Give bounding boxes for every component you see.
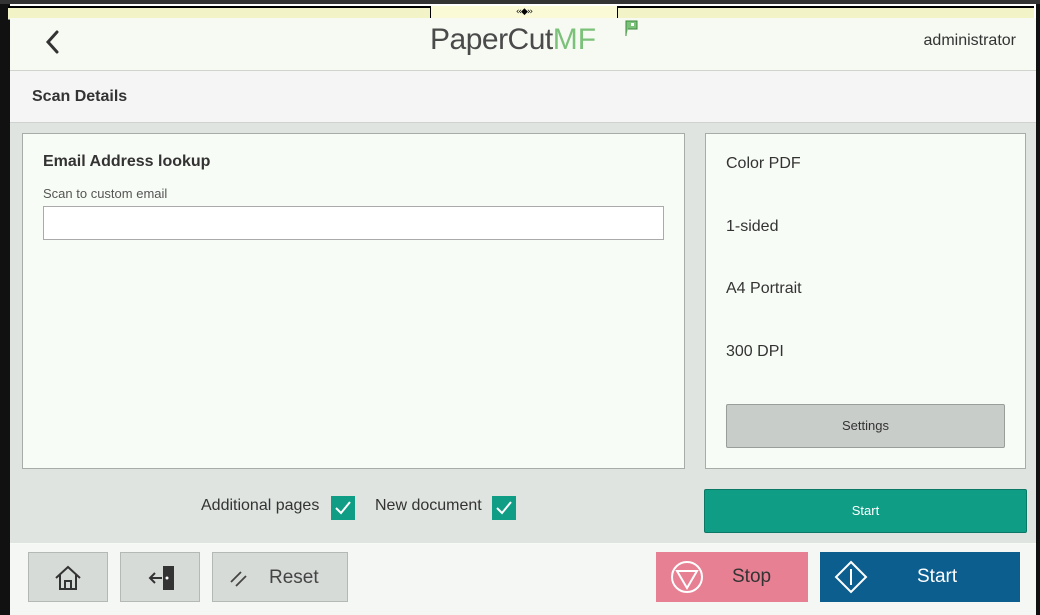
page-header: Scan Details (10, 71, 1036, 123)
color-mode-value: Color PDF (726, 155, 801, 172)
custom-email-input[interactable] (43, 206, 664, 240)
frame-right-edge (1036, 4, 1040, 615)
additional-pages-label: Additional pages (201, 497, 320, 514)
logo-flag-icon (625, 20, 638, 36)
resolution-value: 300 DPI (726, 343, 784, 360)
screen: PaperCutMF administrator Scan Details Em… (10, 18, 1036, 615)
start-button[interactable]: Start (820, 552, 1020, 602)
new-document-checkbox[interactable] (492, 496, 516, 520)
new-document-label: New document (375, 497, 482, 514)
logo-paper-text: PaperCut (430, 23, 553, 56)
home-button[interactable] (28, 552, 108, 602)
main-content: Email Address lookup Scan to custom emai… (10, 123, 1036, 543)
reset-label: Reset (269, 567, 319, 588)
logout-button[interactable] (120, 552, 200, 602)
back-button[interactable] (38, 26, 68, 58)
app-header: PaperCutMF administrator (10, 18, 1036, 71)
check-icon (335, 501, 351, 515)
frame-left-edge (0, 4, 10, 615)
reset-slash-icon (230, 571, 247, 587)
footer-bar: Reset Stop Start (10, 544, 1036, 615)
stop-label: Stop (732, 566, 772, 587)
logout-icon (148, 566, 174, 590)
paper-size-value: A4 Portrait (726, 280, 802, 297)
start-label: Start (917, 566, 958, 587)
settings-button[interactable]: Settings (726, 404, 1005, 448)
custom-email-label: Scan to custom email (43, 186, 168, 201)
start-diamond-icon (834, 560, 868, 594)
stop-button[interactable]: Stop (656, 552, 808, 602)
chevron-left-icon (45, 30, 59, 54)
reset-button[interactable]: Reset (212, 552, 348, 602)
device-frame: ‹‹◆›› PaperCutMF administrator Scan Deta… (0, 0, 1040, 615)
page-title: Scan Details (32, 88, 128, 105)
check-icon (496, 501, 512, 515)
home-icon (55, 565, 81, 590)
email-lookup-panel: Email Address lookup Scan to custom emai… (22, 133, 685, 469)
current-user: administrator (923, 32, 1016, 49)
scan-settings-panel: Color PDF 1-sided A4 Portrait 300 DPI Se… (705, 133, 1026, 469)
sides-value: 1-sided (726, 218, 779, 235)
start-scan-button[interactable]: Start (704, 489, 1027, 533)
email-lookup-title: Email Address lookup (43, 153, 211, 170)
papercut-logo: PaperCutMF (430, 20, 650, 67)
stop-icon (671, 561, 703, 593)
logo-mf-text: MF (552, 23, 597, 56)
additional-pages-checkbox[interactable] (331, 496, 355, 520)
